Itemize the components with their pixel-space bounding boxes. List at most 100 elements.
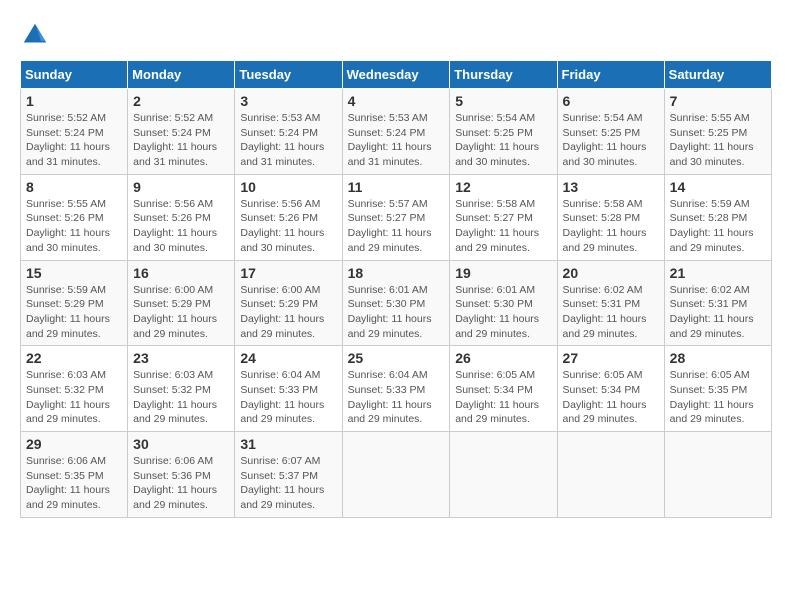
- day-cell-21: 21 Sunrise: 6:02 AMSunset: 5:31 PMDaylig…: [664, 260, 771, 346]
- day-info: Sunrise: 6:00 AMSunset: 5:29 PMDaylight:…: [133, 284, 217, 340]
- day-cell-7: 7 Sunrise: 5:55 AMSunset: 5:25 PMDayligh…: [664, 89, 771, 175]
- calendar-week-2: 8 Sunrise: 5:55 AMSunset: 5:26 PMDayligh…: [21, 174, 772, 260]
- day-info: Sunrise: 5:57 AMSunset: 5:27 PMDaylight:…: [348, 198, 432, 254]
- day-info: Sunrise: 5:59 AMSunset: 5:29 PMDaylight:…: [26, 284, 110, 340]
- day-number: 26: [455, 350, 551, 366]
- day-number: 28: [670, 350, 766, 366]
- day-cell-19: 19 Sunrise: 6:01 AMSunset: 5:30 PMDaylig…: [450, 260, 557, 346]
- day-cell-30: 30 Sunrise: 6:06 AMSunset: 5:36 PMDaylig…: [128, 432, 235, 518]
- day-info: Sunrise: 6:05 AMSunset: 5:35 PMDaylight:…: [670, 369, 754, 425]
- header-wednesday: Wednesday: [342, 61, 450, 89]
- page-header: [20, 20, 772, 50]
- day-cell-20: 20 Sunrise: 6:02 AMSunset: 5:31 PMDaylig…: [557, 260, 664, 346]
- day-number: 21: [670, 265, 766, 281]
- day-number: 14: [670, 179, 766, 195]
- calendar-table: SundayMondayTuesdayWednesdayThursdayFrid…: [20, 60, 772, 518]
- day-info: Sunrise: 5:55 AMSunset: 5:25 PMDaylight:…: [670, 112, 754, 168]
- header-friday: Friday: [557, 61, 664, 89]
- calendar-week-1: 1 Sunrise: 5:52 AMSunset: 5:24 PMDayligh…: [21, 89, 772, 175]
- day-info: Sunrise: 6:00 AMSunset: 5:29 PMDaylight:…: [240, 284, 324, 340]
- day-number: 25: [348, 350, 445, 366]
- day-number: 19: [455, 265, 551, 281]
- day-number: 3: [240, 93, 336, 109]
- day-cell-27: 27 Sunrise: 6:05 AMSunset: 5:34 PMDaylig…: [557, 346, 664, 432]
- day-cell-24: 24 Sunrise: 6:04 AMSunset: 5:33 PMDaylig…: [235, 346, 342, 432]
- header-monday: Monday: [128, 61, 235, 89]
- day-info: Sunrise: 5:59 AMSunset: 5:28 PMDaylight:…: [670, 198, 754, 254]
- day-number: 30: [133, 436, 229, 452]
- day-cell-17: 17 Sunrise: 6:00 AMSunset: 5:29 PMDaylig…: [235, 260, 342, 346]
- day-info: Sunrise: 5:55 AMSunset: 5:26 PMDaylight:…: [26, 198, 110, 254]
- day-cell-1: 1 Sunrise: 5:52 AMSunset: 5:24 PMDayligh…: [21, 89, 128, 175]
- day-info: Sunrise: 5:53 AMSunset: 5:24 PMDaylight:…: [240, 112, 324, 168]
- day-cell-22: 22 Sunrise: 6:03 AMSunset: 5:32 PMDaylig…: [21, 346, 128, 432]
- calendar-week-4: 22 Sunrise: 6:03 AMSunset: 5:32 PMDaylig…: [21, 346, 772, 432]
- day-info: Sunrise: 5:53 AMSunset: 5:24 PMDaylight:…: [348, 112, 432, 168]
- day-number: 20: [563, 265, 659, 281]
- day-cell-3: 3 Sunrise: 5:53 AMSunset: 5:24 PMDayligh…: [235, 89, 342, 175]
- day-cell-26: 26 Sunrise: 6:05 AMSunset: 5:34 PMDaylig…: [450, 346, 557, 432]
- day-info: Sunrise: 6:01 AMSunset: 5:30 PMDaylight:…: [348, 284, 432, 340]
- day-number: 5: [455, 93, 551, 109]
- day-info: Sunrise: 6:03 AMSunset: 5:32 PMDaylight:…: [133, 369, 217, 425]
- logo: [20, 20, 54, 50]
- day-cell-13: 13 Sunrise: 5:58 AMSunset: 5:28 PMDaylig…: [557, 174, 664, 260]
- day-cell-16: 16 Sunrise: 6:00 AMSunset: 5:29 PMDaylig…: [128, 260, 235, 346]
- day-cell-8: 8 Sunrise: 5:55 AMSunset: 5:26 PMDayligh…: [21, 174, 128, 260]
- empty-cell: [557, 432, 664, 518]
- day-info: Sunrise: 6:02 AMSunset: 5:31 PMDaylight:…: [670, 284, 754, 340]
- day-cell-2: 2 Sunrise: 5:52 AMSunset: 5:24 PMDayligh…: [128, 89, 235, 175]
- day-info: Sunrise: 5:58 AMSunset: 5:28 PMDaylight:…: [563, 198, 647, 254]
- day-number: 29: [26, 436, 122, 452]
- day-number: 22: [26, 350, 122, 366]
- day-cell-12: 12 Sunrise: 5:58 AMSunset: 5:27 PMDaylig…: [450, 174, 557, 260]
- day-info: Sunrise: 5:54 AMSunset: 5:25 PMDaylight:…: [563, 112, 647, 168]
- empty-cell: [664, 432, 771, 518]
- header-tuesday: Tuesday: [235, 61, 342, 89]
- day-cell-28: 28 Sunrise: 6:05 AMSunset: 5:35 PMDaylig…: [664, 346, 771, 432]
- logo-icon: [20, 20, 50, 50]
- day-cell-5: 5 Sunrise: 5:54 AMSunset: 5:25 PMDayligh…: [450, 89, 557, 175]
- day-info: Sunrise: 6:07 AMSunset: 5:37 PMDaylight:…: [240, 455, 324, 511]
- day-cell-18: 18 Sunrise: 6:01 AMSunset: 5:30 PMDaylig…: [342, 260, 450, 346]
- day-number: 1: [26, 93, 122, 109]
- empty-cell: [450, 432, 557, 518]
- day-number: 24: [240, 350, 336, 366]
- header-saturday: Saturday: [664, 61, 771, 89]
- day-number: 8: [26, 179, 122, 195]
- header-thursday: Thursday: [450, 61, 557, 89]
- day-number: 23: [133, 350, 229, 366]
- calendar-week-3: 15 Sunrise: 5:59 AMSunset: 5:29 PMDaylig…: [21, 260, 772, 346]
- day-cell-4: 4 Sunrise: 5:53 AMSunset: 5:24 PMDayligh…: [342, 89, 450, 175]
- day-number: 16: [133, 265, 229, 281]
- day-number: 2: [133, 93, 229, 109]
- day-cell-29: 29 Sunrise: 6:06 AMSunset: 5:35 PMDaylig…: [21, 432, 128, 518]
- day-number: 10: [240, 179, 336, 195]
- calendar-header-row: SundayMondayTuesdayWednesdayThursdayFrid…: [21, 61, 772, 89]
- day-number: 13: [563, 179, 659, 195]
- day-number: 31: [240, 436, 336, 452]
- day-info: Sunrise: 5:56 AMSunset: 5:26 PMDaylight:…: [133, 198, 217, 254]
- day-cell-9: 9 Sunrise: 5:56 AMSunset: 5:26 PMDayligh…: [128, 174, 235, 260]
- day-number: 18: [348, 265, 445, 281]
- day-cell-6: 6 Sunrise: 5:54 AMSunset: 5:25 PMDayligh…: [557, 89, 664, 175]
- day-number: 6: [563, 93, 659, 109]
- day-cell-31: 31 Sunrise: 6:07 AMSunset: 5:37 PMDaylig…: [235, 432, 342, 518]
- day-info: Sunrise: 5:56 AMSunset: 5:26 PMDaylight:…: [240, 198, 324, 254]
- day-number: 11: [348, 179, 445, 195]
- day-cell-25: 25 Sunrise: 6:04 AMSunset: 5:33 PMDaylig…: [342, 346, 450, 432]
- day-info: Sunrise: 6:01 AMSunset: 5:30 PMDaylight:…: [455, 284, 539, 340]
- day-cell-23: 23 Sunrise: 6:03 AMSunset: 5:32 PMDaylig…: [128, 346, 235, 432]
- day-cell-15: 15 Sunrise: 5:59 AMSunset: 5:29 PMDaylig…: [21, 260, 128, 346]
- day-number: 17: [240, 265, 336, 281]
- day-info: Sunrise: 6:05 AMSunset: 5:34 PMDaylight:…: [563, 369, 647, 425]
- day-info: Sunrise: 5:52 AMSunset: 5:24 PMDaylight:…: [133, 112, 217, 168]
- day-info: Sunrise: 5:58 AMSunset: 5:27 PMDaylight:…: [455, 198, 539, 254]
- day-info: Sunrise: 6:05 AMSunset: 5:34 PMDaylight:…: [455, 369, 539, 425]
- day-number: 15: [26, 265, 122, 281]
- day-number: 9: [133, 179, 229, 195]
- calendar-week-5: 29 Sunrise: 6:06 AMSunset: 5:35 PMDaylig…: [21, 432, 772, 518]
- day-number: 4: [348, 93, 445, 109]
- day-cell-11: 11 Sunrise: 5:57 AMSunset: 5:27 PMDaylig…: [342, 174, 450, 260]
- day-info: Sunrise: 5:52 AMSunset: 5:24 PMDaylight:…: [26, 112, 110, 168]
